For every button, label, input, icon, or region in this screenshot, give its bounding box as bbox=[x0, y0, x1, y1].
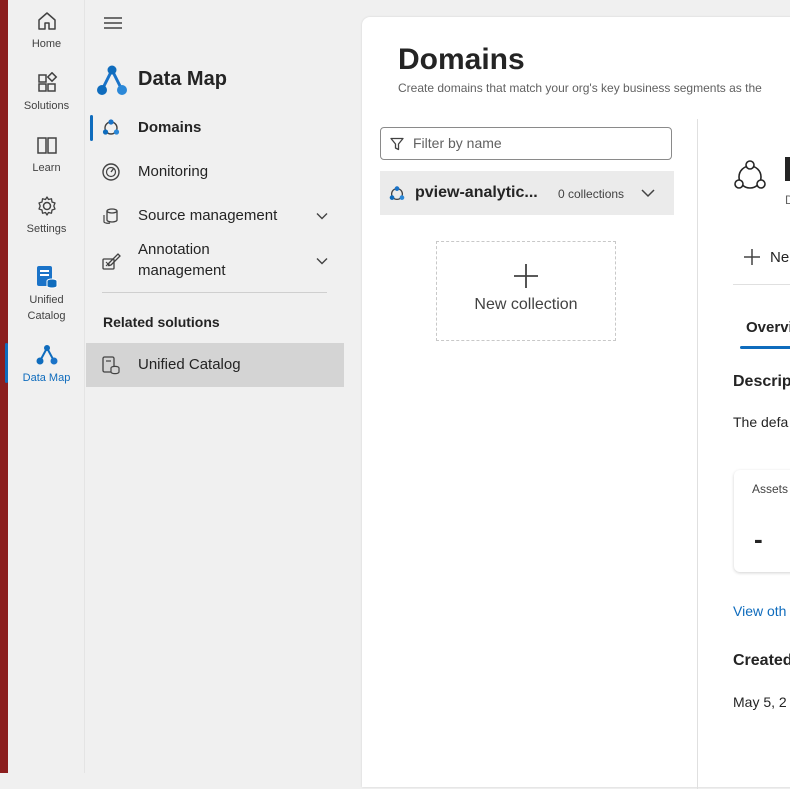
filter-box[interactable] bbox=[380, 127, 672, 160]
page-subtitle: Create domains that match your org's key… bbox=[398, 81, 762, 95]
data-map-logo-icon bbox=[97, 65, 127, 95]
rail-label-unified-catalog-1: Unified bbox=[29, 294, 64, 306]
domain-name: pview-analytic... bbox=[415, 184, 538, 201]
description-text: The defa bbox=[733, 414, 789, 430]
rail-item-solutions[interactable]: Solutions bbox=[8, 72, 85, 114]
domains-panel: Domains Create domains that match your o… bbox=[362, 17, 790, 789]
rail-label-unified-catalog-2: Catalog bbox=[27, 310, 66, 322]
domain-detail-title-fragment bbox=[785, 157, 790, 181]
gear-icon bbox=[37, 196, 56, 216]
page-title: Domains bbox=[398, 43, 525, 76]
rail-item-unified-catalog[interactable]: Unified Catalog bbox=[8, 264, 85, 324]
nav-item-label-source-management: Source management bbox=[138, 207, 278, 224]
new-button-label: Ne bbox=[770, 249, 790, 266]
tab-overview[interactable]: Overvi bbox=[746, 319, 790, 336]
nav-item-monitoring[interactable]: Monitoring bbox=[86, 152, 344, 192]
rail-label-home: Home bbox=[31, 38, 62, 50]
created-heading: Created bbox=[733, 652, 790, 669]
domain-detail-subtitle: D bbox=[785, 193, 790, 207]
rail-label-solutions: Solutions bbox=[23, 100, 70, 112]
annotation-icon bbox=[102, 253, 121, 270]
app-rail: Home Solutions Learn Settings Unified Ca… bbox=[8, 0, 85, 773]
rail-item-settings[interactable]: Settings bbox=[8, 195, 85, 237]
home-icon bbox=[37, 12, 56, 30]
source-database-icon bbox=[103, 208, 118, 224]
unified-catalog-icon bbox=[102, 356, 120, 375]
nav-title: Data Map bbox=[138, 68, 227, 90]
panel-divider bbox=[697, 119, 698, 789]
window-edge bbox=[0, 0, 8, 773]
domain-row[interactable]: pview-analytic... 0 collections bbox=[380, 171, 674, 215]
chevron-down-icon[interactable] bbox=[315, 254, 329, 268]
created-value: May 5, 2 bbox=[733, 694, 787, 710]
related-solutions-heading: Related solutions bbox=[103, 314, 220, 330]
new-button[interactable]: Ne bbox=[742, 247, 789, 272]
monitoring-gauge-icon bbox=[102, 163, 120, 181]
assets-label: Assets bbox=[752, 482, 789, 496]
rail-item-learn[interactable]: Learn bbox=[8, 134, 85, 176]
rail-item-home[interactable]: Home bbox=[8, 10, 85, 52]
hamburger-menu-icon[interactable] bbox=[102, 14, 124, 32]
rail-label-settings: Settings bbox=[26, 223, 67, 235]
nav-item-source-management[interactable]: Source management bbox=[86, 196, 344, 236]
unified-catalog-icon bbox=[36, 266, 57, 289]
new-collection-label: New collection bbox=[474, 296, 578, 313]
data-map-nav: Data Map Domains Monitoring Source manag… bbox=[86, 0, 354, 773]
rail-item-data-map[interactable]: Data Map bbox=[8, 344, 85, 386]
rail-selection-indicator bbox=[5, 343, 8, 383]
chevron-down-icon[interactable] bbox=[640, 186, 656, 200]
rail-label-data-map: Data Map bbox=[22, 372, 71, 384]
related-item-unified-catalog[interactable]: Unified Catalog bbox=[86, 343, 344, 387]
view-others-link[interactable]: View oth bbox=[733, 603, 786, 619]
nav-item-domains[interactable]: Domains bbox=[86, 108, 344, 148]
nav-item-label-annotation-2: management bbox=[138, 262, 226, 279]
assets-value: - bbox=[754, 524, 763, 554]
chevron-down-icon[interactable] bbox=[315, 209, 329, 223]
rail-label-learn: Learn bbox=[32, 162, 61, 174]
filter-icon bbox=[390, 137, 404, 151]
nav-divider bbox=[102, 292, 327, 293]
domain-collection-count: 0 collections bbox=[558, 187, 625, 201]
description-heading: Descrip bbox=[733, 373, 790, 390]
new-collection-button[interactable]: New collection bbox=[436, 241, 616, 341]
filter-input[interactable] bbox=[411, 134, 665, 152]
nav-item-label-monitoring: Monitoring bbox=[138, 163, 209, 180]
tab-overview-underline bbox=[740, 346, 790, 349]
domains-icon bbox=[102, 119, 120, 135]
assets-card: Assets - bbox=[734, 470, 790, 572]
data-map-icon bbox=[36, 345, 57, 365]
domains-icon bbox=[389, 186, 405, 201]
domain-detail-icon bbox=[734, 160, 766, 189]
nav-item-annotation-management[interactable]: Annotation management bbox=[86, 240, 344, 284]
nav-item-label-domains: Domains bbox=[138, 119, 202, 136]
related-item-label-unified-catalog: Unified Catalog bbox=[138, 356, 241, 373]
solutions-icon bbox=[37, 72, 57, 92]
nav-item-label-annotation-1: Annotation bbox=[138, 241, 210, 258]
toolbar-divider bbox=[733, 284, 790, 285]
plus-icon bbox=[514, 264, 538, 288]
learn-book-icon bbox=[36, 137, 57, 154]
plus-icon bbox=[744, 249, 760, 265]
